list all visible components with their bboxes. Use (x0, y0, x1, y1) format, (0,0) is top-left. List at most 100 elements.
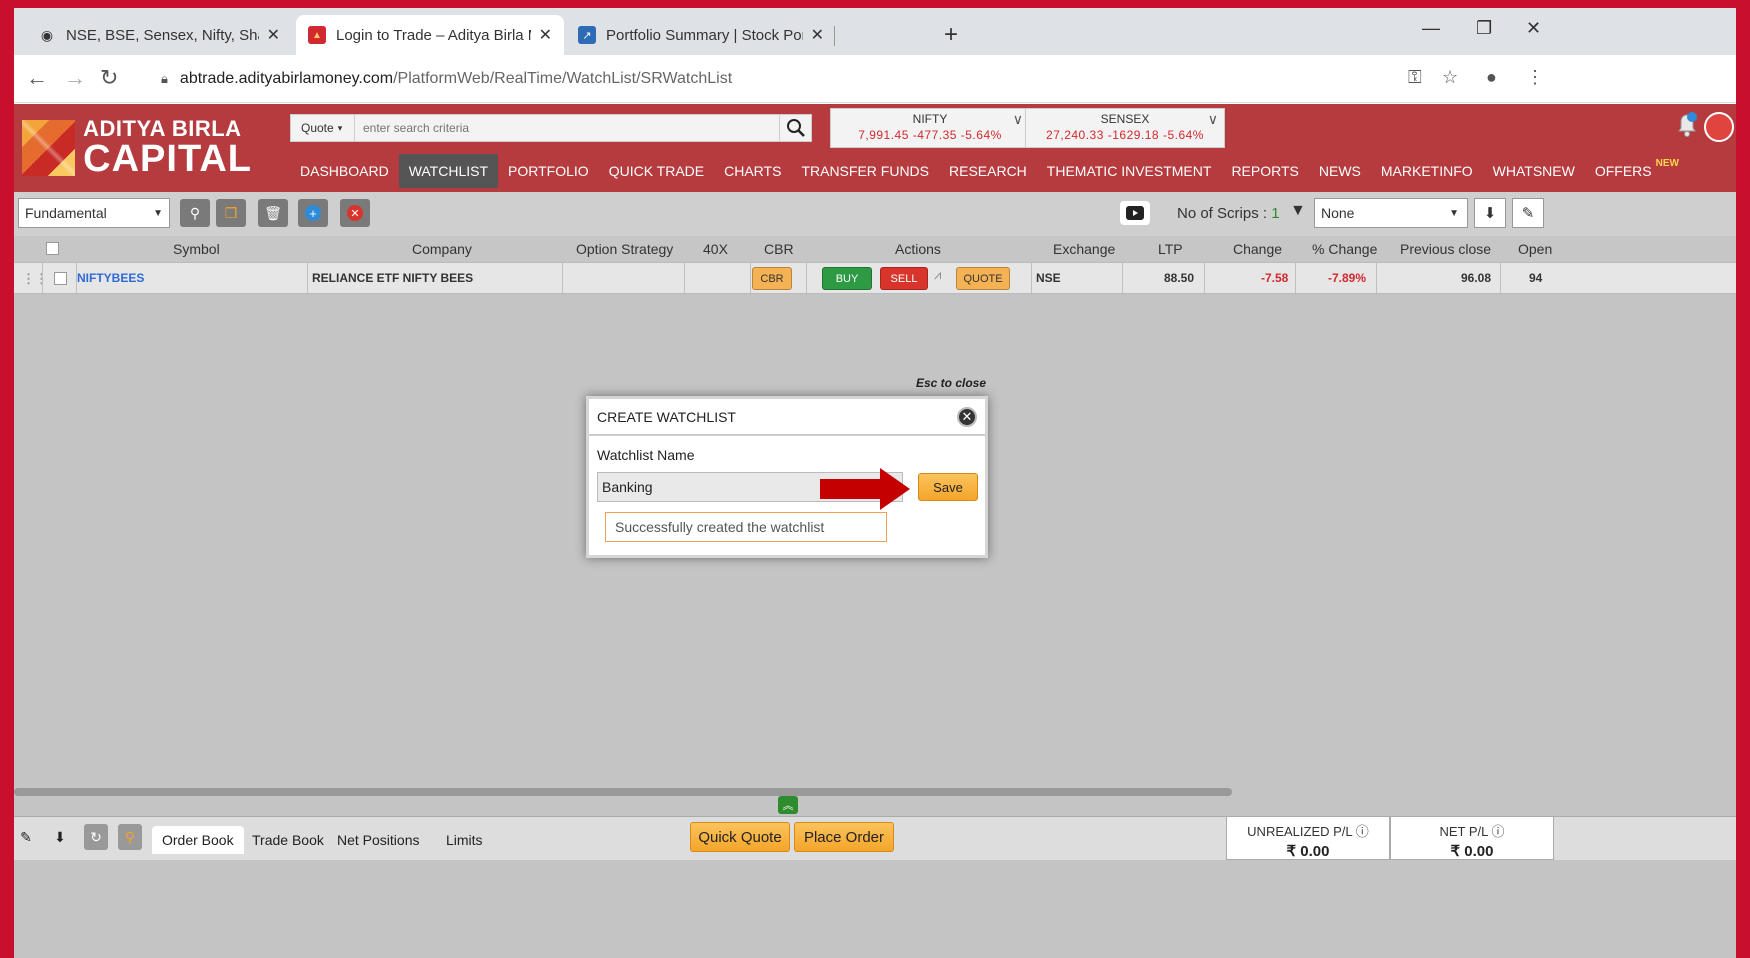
scrips-count: No of Scrips : 1 (1177, 205, 1280, 222)
sell-button[interactable]: SELL (880, 267, 928, 290)
copy-icon[interactable]: ❐ (216, 199, 246, 227)
symbol-link[interactable]: NIFTYBEES (77, 271, 144, 285)
col-open[interactable]: Open (1518, 241, 1552, 257)
tab-limits[interactable]: Limits (446, 832, 483, 848)
col-change[interactable]: Change (1233, 241, 1282, 257)
cbr-button[interactable]: CBR (752, 267, 792, 290)
col-previous-close[interactable]: Previous close (1400, 241, 1491, 257)
cell-divider (1500, 263, 1501, 293)
user-avatar[interactable] (1704, 112, 1734, 142)
cell-divider (1376, 263, 1377, 293)
sensex-index[interactable]: SENSEX 27,240.33 -1629.18 -5.64% ∨ (1025, 108, 1225, 148)
notification-bell-icon[interactable] (1676, 112, 1698, 138)
nav-quick-trade[interactable]: QUICK TRADE (599, 154, 714, 188)
close-window-icon[interactable]: ✕ (1526, 18, 1541, 39)
save-button[interactable]: Save (918, 473, 978, 501)
close-icon[interactable]: ✕ (539, 25, 552, 45)
delete-icon[interactable]: 🗑︎ (258, 199, 288, 227)
col-company[interactable]: Company (412, 241, 472, 257)
nav-thematic-investment[interactable]: THEMATIC INVESTMENT (1037, 154, 1222, 188)
remove-icon[interactable]: ✕ (340, 199, 370, 227)
nav-portfolio[interactable]: PORTFOLIO (498, 154, 599, 188)
col-pct-change[interactable]: % Change (1312, 241, 1377, 257)
cell-divider (562, 263, 563, 293)
nav-watchlist[interactable]: WATCHLIST (398, 154, 499, 188)
horizontal-scrollbar[interactable] (14, 788, 1232, 796)
cell-divider (307, 263, 308, 293)
chevron-down-icon[interactable]: ∨ (1013, 111, 1023, 128)
logo[interactable]: ADITYA BIRLA CAPITAL (22, 118, 252, 178)
watchlist-toolbar: Fundamental ▼ ⚲ ❐ 🗑︎ + ✕ No of Scrips : 1… (14, 192, 1736, 236)
nav-research[interactable]: RESEARCH (939, 154, 1037, 188)
filter-icon[interactable]: ⚲ (180, 199, 210, 227)
nav-reports[interactable]: REPORTS (1221, 154, 1308, 188)
nav-news[interactable]: NEWS (1309, 154, 1371, 188)
profile-icon[interactable]: ● (1486, 67, 1497, 88)
nav-charts[interactable]: CHARTS (714, 154, 791, 188)
star-icon[interactable]: ☆ (1442, 67, 1458, 88)
info-icon[interactable]: ⓘ (1356, 824, 1369, 839)
browser-tab-3[interactable]: ↗ Portfolio Summary | Stock Portfol ✕ (566, 15, 836, 55)
col-exchange[interactable]: Exchange (1053, 241, 1115, 257)
edit-icon[interactable]: ✎ (1512, 198, 1544, 228)
browser-tab-1[interactable]: ◉ NSE, BSE, Sensex, Nifty, Share Ma ✕ (26, 15, 292, 55)
close-icon[interactable]: ✕ (267, 25, 280, 45)
menu-icon[interactable]: ⋮ (1526, 67, 1544, 88)
tab-title: Portfolio Summary | Stock Portfol (606, 26, 803, 44)
reload-icon[interactable]: ↻ (100, 65, 118, 91)
select-all-checkbox[interactable] (46, 242, 59, 255)
close-icon[interactable]: ✕ (811, 25, 824, 45)
url-bar[interactable]: 🔒︎ abtrade.adityabirlamoney.com/Platform… (149, 63, 1589, 95)
download-icon[interactable]: ⬇ (1474, 198, 1506, 228)
filter-icon[interactable]: ⚲ (118, 824, 142, 850)
col-cbr[interactable]: CBR (764, 241, 794, 257)
video-icon[interactable] (1120, 201, 1150, 225)
nav-whatsnew[interactable]: WHATSNEW (1483, 154, 1585, 188)
new-tab-icon[interactable]: + (944, 21, 958, 49)
quick-quote-button[interactable]: Quick Quote (690, 822, 790, 852)
tab-separator (834, 26, 835, 46)
search-icon[interactable] (779, 115, 811, 141)
index-name: SENSEX (1100, 112, 1150, 126)
place-order-button[interactable]: Place Order (794, 822, 894, 852)
info-icon[interactable]: ⓘ (1492, 824, 1505, 839)
search-type-select[interactable]: Quote ▾ (291, 115, 355, 141)
watchlist-select[interactable]: Fundamental ▼ (18, 198, 170, 228)
nav-transfer-funds[interactable]: TRANSFER FUNDS (791, 154, 939, 188)
nifty-index[interactable]: NIFTY 7,991.45 -477.35 -5.64% ∨ (830, 108, 1030, 148)
key-icon[interactable]: ⚿ (1408, 67, 1422, 88)
drag-handle-icon[interactable]: ⋮⋮ (22, 271, 48, 287)
tab-net-positions[interactable]: Net Positions (337, 832, 419, 848)
col-symbol[interactable]: Symbol (173, 241, 220, 257)
col-40x[interactable]: 40X (703, 241, 728, 257)
restore-icon[interactable]: ❐ (1476, 18, 1492, 39)
browser-tab-2[interactable]: ▲ Login to Trade – Aditya Birla Mo ✕ (296, 15, 564, 55)
col-ltp[interactable]: LTP (1158, 241, 1183, 257)
cell-divider (684, 263, 685, 293)
tab-trade-book[interactable]: Trade Book (252, 832, 324, 848)
close-icon[interactable]: ✕ (957, 407, 977, 427)
chevron-down-icon[interactable]: ∨ (1208, 111, 1218, 128)
sort-select[interactable]: None ▼ (1314, 198, 1468, 228)
refresh-icon[interactable]: ↻ (84, 824, 108, 850)
minimize-icon[interactable]: — (1422, 18, 1440, 39)
edit-icon[interactable]: ✎ (14, 824, 38, 850)
nav-marketinfo[interactable]: MARKETINFO (1371, 154, 1483, 188)
expand-up-icon[interactable]: ︽ (778, 796, 798, 814)
add-icon[interactable]: + (298, 199, 328, 227)
row-checkbox[interactable] (54, 272, 67, 285)
search-input[interactable] (355, 121, 779, 135)
nav-offers[interactable]: OFFERS NEW (1585, 154, 1689, 188)
col-option-strategy[interactable]: Option Strategy (576, 241, 673, 257)
quote-button[interactable]: QUOTE (956, 267, 1010, 290)
buy-button[interactable]: BUY (822, 267, 872, 290)
cell-divider (1295, 263, 1296, 293)
nav-dashboard[interactable]: DASHBOARD (290, 154, 399, 188)
new-badge: NEW (1655, 157, 1679, 169)
chart-icon[interactable]: ⩘ (934, 267, 941, 283)
globe-icon: ◉ (40, 26, 54, 43)
back-icon[interactable]: ← (26, 65, 48, 91)
tab-order-book[interactable]: Order Book (152, 826, 244, 854)
download-icon[interactable]: ⬇ (48, 824, 72, 850)
forward-icon[interactable]: → (64, 65, 86, 91)
